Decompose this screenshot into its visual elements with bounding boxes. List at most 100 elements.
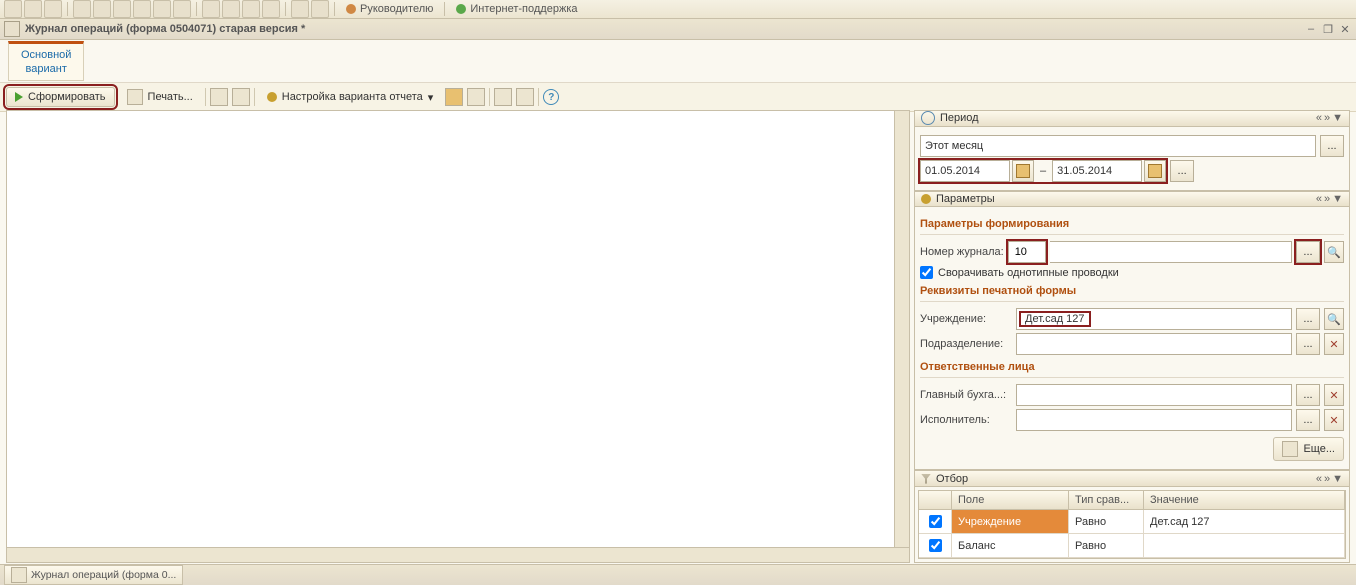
key-icon (921, 194, 931, 204)
calendar-to-button[interactable] (1144, 160, 1166, 182)
date-from-field[interactable]: 01.05.2014 (920, 160, 1010, 182)
person-icon (346, 4, 356, 14)
date-range: 01.05.2014 – 31.05.2014 (920, 160, 1166, 182)
more-icon (1282, 441, 1298, 457)
chief-field[interactable] (1016, 384, 1292, 406)
col-field[interactable]: Поле (952, 491, 1069, 509)
filter-row[interactable]: Учреждение Равно Дет.сад 127 (919, 510, 1345, 534)
print-button[interactable]: Печать... (119, 86, 201, 108)
toolbar-icon[interactable] (153, 0, 171, 18)
panel-collapse-controls[interactable]: «»▼ (1316, 473, 1343, 485)
dept-field[interactable] (1016, 333, 1292, 355)
chief-select-button[interactable]: ... (1296, 384, 1320, 406)
layout-icon[interactable] (494, 88, 512, 106)
org-select-button[interactable]: ... (1296, 308, 1320, 330)
dept-clear-button[interactable]: ✕ (1324, 333, 1344, 355)
toolbar-icon[interactable] (4, 0, 22, 18)
variant-line1: Основной (21, 48, 71, 62)
org-open-button[interactable]: 🔍 (1324, 308, 1344, 330)
journal-desc-field[interactable] (1050, 241, 1292, 263)
filter-row[interactable]: Баланс Равно (919, 534, 1345, 558)
support-link[interactable]: Интернет-поддержка (450, 3, 583, 15)
separator (67, 2, 68, 16)
toolbar-icon[interactable] (133, 0, 151, 18)
window-title: Журнал операций (форма 0504071) старая в… (25, 23, 305, 35)
toolbar-icon[interactable] (311, 0, 329, 18)
close-button[interactable]: ✕ (1338, 22, 1352, 36)
save-icon[interactable] (467, 88, 485, 106)
report-area (6, 110, 910, 563)
chief-clear-button[interactable]: ✕ (1324, 384, 1344, 406)
toolbar-icon[interactable] (173, 0, 191, 18)
report-icon (11, 567, 27, 583)
exec-clear-button[interactable]: ✕ (1324, 409, 1344, 431)
col-check (919, 491, 952, 509)
toolbar-icon[interactable] (262, 0, 280, 18)
calendar-from-button[interactable] (1012, 160, 1034, 182)
dept-select-button[interactable]: ... (1296, 333, 1320, 355)
journal-number-field[interactable] (1008, 241, 1046, 263)
journal-number-input[interactable] (1013, 245, 1041, 259)
filter-title: Отбор (936, 473, 968, 485)
panel-collapse-controls[interactable]: «»▼ (1316, 193, 1343, 205)
toolbar-icon[interactable] (113, 0, 131, 18)
window-tab[interactable]: Журнал операций (форма 0... (4, 565, 183, 585)
help-icon[interactable]: ? (543, 89, 559, 105)
separator (444, 2, 445, 16)
separator (538, 88, 539, 106)
dept-label: Подразделение: (920, 338, 1012, 350)
filter-grid-head: Поле Тип срав... Значение (919, 491, 1345, 510)
separator (196, 2, 197, 16)
font-icon[interactable] (232, 88, 250, 106)
maximize-button[interactable]: ❐ (1321, 22, 1335, 36)
collapse-checkbox[interactable] (920, 266, 933, 279)
filter-header: Отбор «»▼ (914, 470, 1350, 487)
period-more-button[interactable]: ... (1170, 160, 1194, 182)
toolbar-icon[interactable] (291, 0, 309, 18)
col-value[interactable]: Значение (1144, 491, 1345, 509)
period-preset-value: Этот месяц (925, 140, 983, 152)
period-select-button[interactable]: ... (1320, 135, 1344, 157)
toolbar-icon[interactable] (222, 0, 240, 18)
journal-open-button[interactable]: 🔍 (1324, 241, 1344, 263)
panel-collapse-controls[interactable]: «»▼ (1316, 112, 1343, 124)
toolbar-icon[interactable] (44, 0, 62, 18)
date-to-field[interactable]: 31.05.2014 (1052, 160, 1142, 182)
separator (285, 2, 286, 16)
journal-select-button[interactable]: ... (1296, 241, 1320, 263)
open-folder-icon[interactable] (445, 88, 463, 106)
filter-row-checkbox[interactable] (929, 539, 942, 552)
filter-row-checkbox[interactable] (929, 515, 942, 528)
generate-button[interactable]: Сформировать (6, 87, 115, 107)
panel-icon[interactable] (516, 88, 534, 106)
toolbar-icon[interactable] (93, 0, 111, 18)
org-label: Учреждение: (920, 313, 1012, 325)
separator (334, 2, 335, 16)
exec-field[interactable] (1016, 409, 1292, 431)
toolbar-icon[interactable] (73, 0, 91, 18)
print-label: Печать... (148, 91, 193, 103)
filter-body: Поле Тип срав... Значение Учреждение Рав… (914, 487, 1350, 563)
manager-link[interactable]: Руководителю (340, 3, 439, 15)
report-variant-settings[interactable]: Настройка варианта отчета ▾ (259, 88, 442, 107)
toolbar-icon[interactable] (242, 0, 260, 18)
exec-select-button[interactable]: ... (1296, 409, 1320, 431)
app-toolbar: Руководителю Интернет-поддержка (0, 0, 1356, 19)
more-label: Еще... (1303, 443, 1335, 455)
org-field[interactable]: Дет.сад 127 (1016, 308, 1292, 330)
minimize-button[interactable]: – (1304, 22, 1318, 36)
toolbar-icon[interactable] (24, 0, 42, 18)
more-button[interactable]: Еще... (1273, 437, 1344, 461)
support-link-label: Интернет-поддержка (470, 3, 577, 15)
table-icon[interactable] (210, 88, 228, 106)
variant-tab[interactable]: Основной вариант (8, 41, 84, 82)
chevron-down-icon: ▾ (428, 91, 434, 104)
play-icon (15, 92, 23, 102)
period-header: Период «»▼ (914, 110, 1350, 127)
exec-label: Исполнитель: (920, 414, 1012, 426)
printer-icon (127, 89, 143, 105)
toolbar-icon[interactable] (202, 0, 220, 18)
col-compare[interactable]: Тип срав... (1069, 491, 1144, 509)
generate-label: Сформировать (28, 91, 106, 103)
period-preset-field[interactable]: Этот месяц (920, 135, 1316, 157)
